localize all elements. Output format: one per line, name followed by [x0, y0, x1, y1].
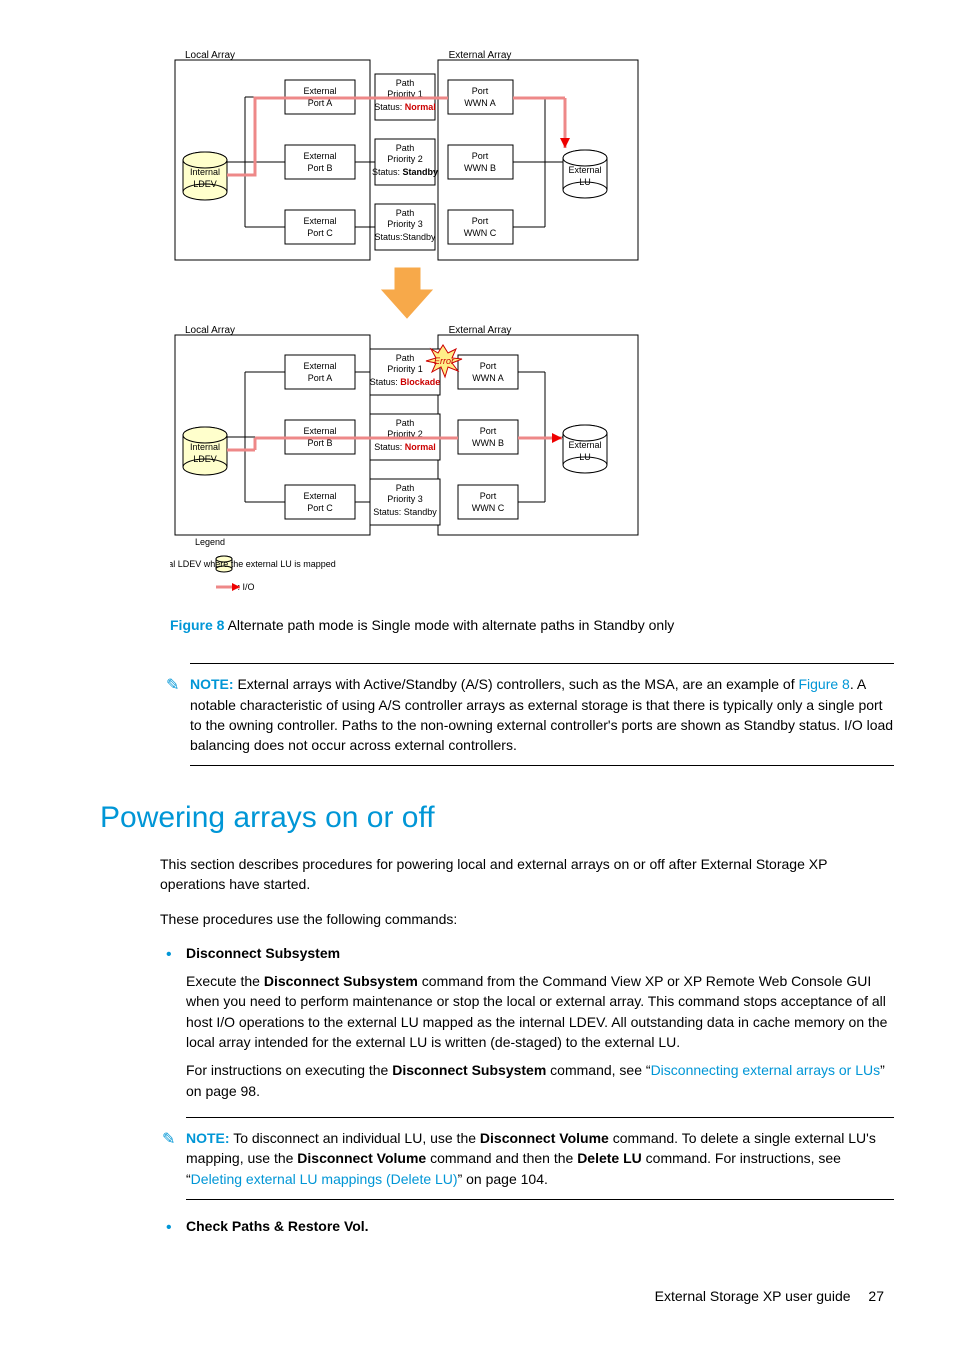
item-title-disconnect: Disconnect Subsystem [186, 943, 894, 963]
footer-page-number: 27 [868, 1288, 884, 1304]
item-title-check: Check Paths & Restore Vol. [186, 1216, 894, 1236]
svg-text:WWN A: WWN A [464, 98, 496, 108]
svg-text:Port C: Port C [307, 503, 333, 513]
svg-text:LU: LU [579, 452, 591, 462]
disconnect-link[interactable]: Disconnecting external arrays or LUs [651, 1062, 881, 1078]
footer-title: External Storage XP user guide [655, 1288, 851, 1304]
svg-text:Port: Port [472, 216, 489, 226]
svg-text:WWN B: WWN B [472, 438, 504, 448]
svg-text:Port C: Port C [307, 228, 333, 238]
svg-text:Path: Path [396, 483, 415, 493]
svg-text:Port: Port [480, 426, 497, 436]
delete-lu-link[interactable]: Deleting external LU mappings (Delete LU… [191, 1171, 458, 1187]
figure-caption-text: Alternate path mode is Single mode with … [224, 617, 674, 633]
svg-text:Priority 3: Priority 3 [387, 219, 423, 229]
svg-text:Status:Standby: Status:Standby [374, 232, 436, 242]
svg-text:: I/O: : I/O [237, 582, 254, 592]
svg-text:: Internal LDEV where the exte: : Internal LDEV where the external LU is… [170, 559, 336, 569]
page-footer: External Storage XP user guide 27 [100, 1286, 894, 1306]
svg-text:Port: Port [480, 361, 497, 371]
svg-text:Priority 2: Priority 2 [387, 154, 423, 164]
svg-text:Path: Path [396, 78, 415, 88]
svg-text:Local Array: Local Array [185, 50, 235, 61]
svg-text:LU: LU [579, 177, 591, 187]
svg-text:Port: Port [472, 86, 489, 96]
svg-text:Status: Standby: Status: Standby [373, 507, 437, 517]
figure-8-diagram: Local Array External Array Internal LDEV… [170, 50, 894, 605]
note-label: NOTE: [186, 1130, 230, 1146]
svg-text:Port B: Port B [307, 163, 332, 173]
figure-label: Figure 8 [170, 617, 224, 633]
svg-text:WWN C: WWN C [464, 228, 497, 238]
svg-text:Internal: Internal [190, 442, 220, 452]
svg-text:Priority 3: Priority 3 [387, 494, 423, 504]
list-item-check: Check Paths & Restore Vol. [160, 1216, 894, 1236]
svg-text:External Array: External Array [449, 325, 512, 336]
note-text-before: External arrays with Active/Standby (A/S… [234, 676, 799, 692]
list-item-disconnect: Disconnect Subsystem Execute the Disconn… [160, 943, 894, 1200]
svg-text:Path: Path [396, 208, 415, 218]
svg-text:LDEV: LDEV [193, 454, 217, 464]
svg-text:External: External [303, 216, 336, 226]
intro-paragraph-1: This section describes procedures for po… [160, 854, 894, 895]
svg-text:Port: Port [472, 151, 489, 161]
svg-text:WWN C: WWN C [472, 503, 505, 513]
note-icon: ✎ [162, 1128, 175, 1151]
figure-caption: Figure 8 Alternate path mode is Single m… [170, 615, 894, 635]
svg-text:Status: Blockade: Status: Blockade [370, 377, 441, 387]
svg-text:WWN B: WWN B [464, 163, 496, 173]
svg-text:Status: Standby: Status: Standby [372, 167, 438, 177]
svg-text:External: External [568, 165, 601, 175]
svg-text:Path: Path [396, 418, 415, 428]
item-body-disconnect-2: For instructions on executing the Discon… [186, 1060, 894, 1101]
note-label: NOTE: [190, 676, 234, 692]
note-block-1: ✎ NOTE: External arrays with Active/Stan… [190, 663, 894, 766]
svg-text:WWN A: WWN A [472, 373, 504, 383]
svg-text:External: External [303, 491, 336, 501]
svg-text:External Array: External Array [449, 50, 512, 61]
svg-text:Port: Port [480, 491, 497, 501]
svg-text:External: External [303, 151, 336, 161]
svg-text:Priority 1: Priority 1 [387, 364, 423, 374]
figure-8-link[interactable]: Figure 8 [798, 676, 849, 692]
item-body-disconnect-1: Execute the Disconnect Subsystem command… [186, 971, 894, 1052]
svg-text:External: External [303, 86, 336, 96]
svg-text:Status: Normal: Status: Normal [374, 442, 436, 452]
svg-text:Path: Path [396, 143, 415, 153]
svg-text:External: External [568, 440, 601, 450]
svg-text:Port A: Port A [308, 373, 333, 383]
svg-text:Local Array: Local Array [185, 325, 235, 336]
section-heading: Powering arrays on or off [100, 796, 894, 840]
svg-text:Path: Path [396, 353, 415, 363]
svg-text:External: External [303, 426, 336, 436]
svg-text:Legend: Legend [195, 537, 225, 547]
svg-text:LDEV: LDEV [193, 179, 217, 189]
note-block-2: ✎ NOTE: To disconnect an individual LU, … [186, 1117, 894, 1200]
svg-text:Internal: Internal [190, 167, 220, 177]
intro-paragraph-2: These procedures use the following comma… [160, 909, 894, 929]
svg-text:External: External [303, 361, 336, 371]
svg-text:Error: Error [434, 356, 455, 366]
svg-text:Status: Normal: Status: Normal [374, 102, 436, 112]
note-icon: ✎ [166, 674, 179, 697]
